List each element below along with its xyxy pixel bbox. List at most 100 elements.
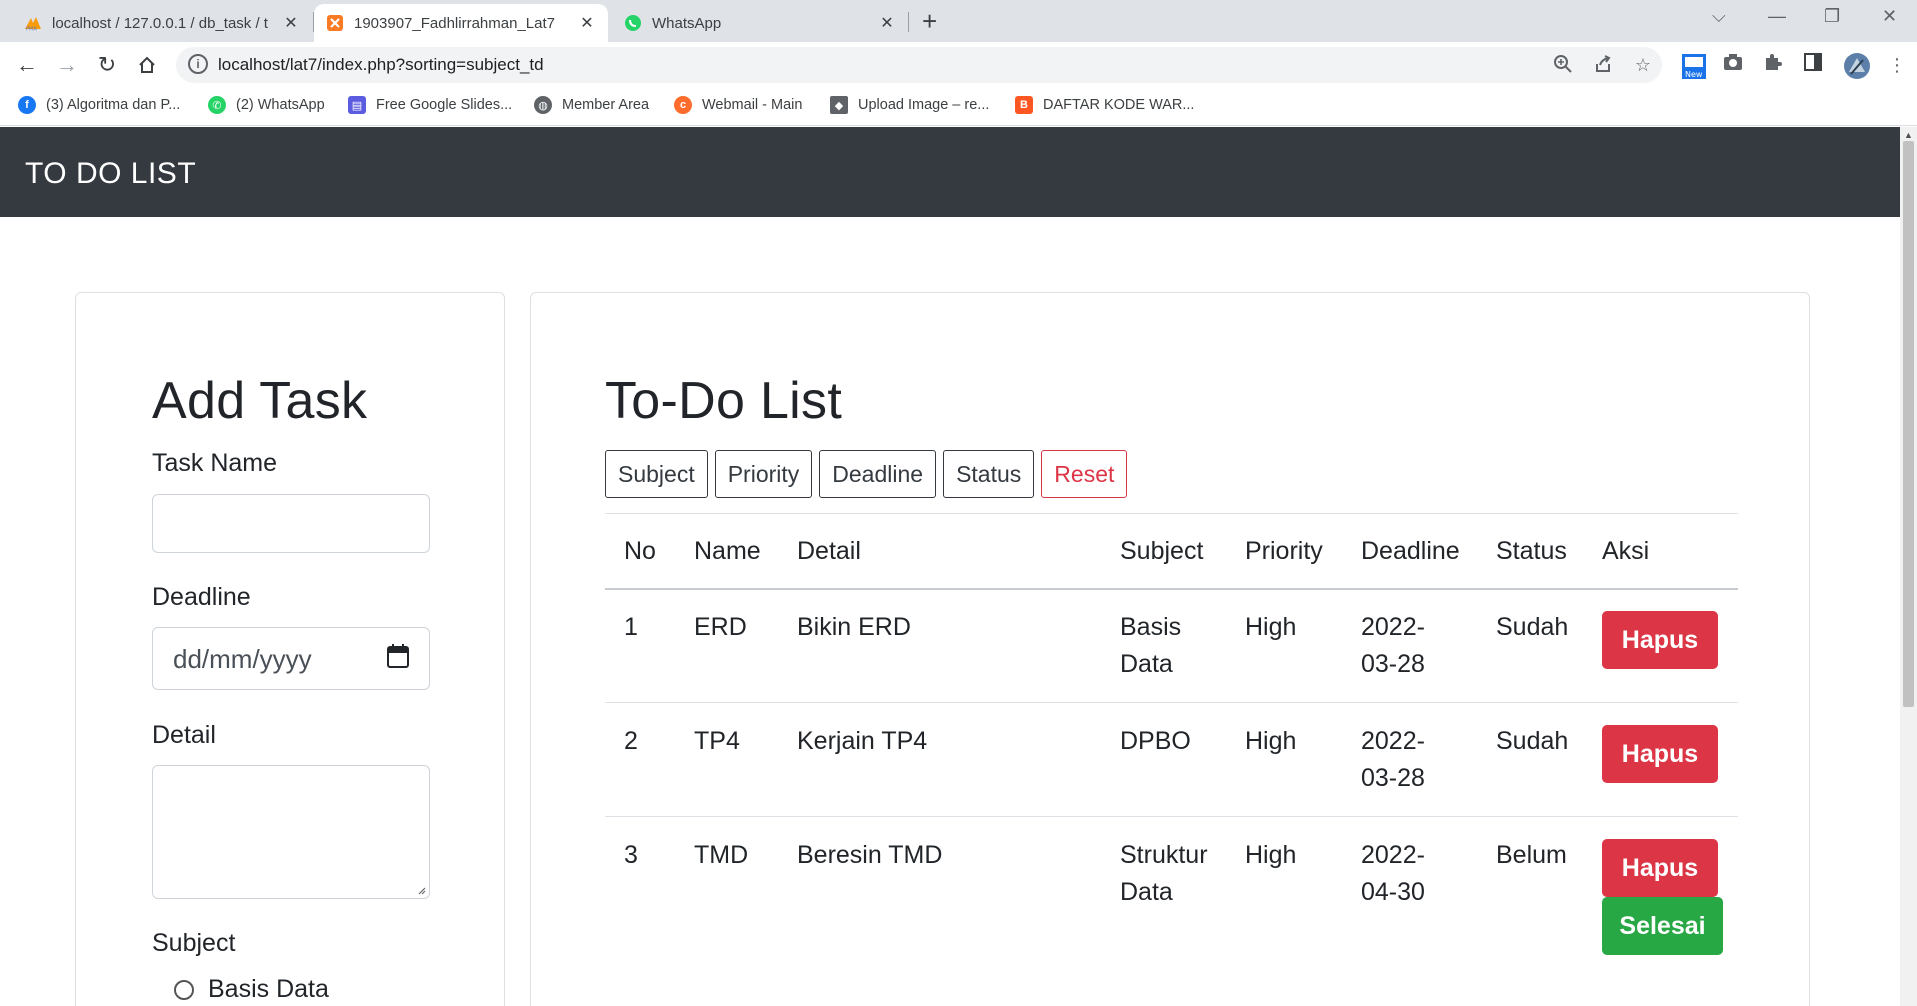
camera-icon[interactable] xyxy=(1720,52,1746,78)
forward-arrow-icon[interactable]: → xyxy=(54,52,80,78)
browser-tab-strip: PMA localhost / 127.0.0.1 / db_task / t … xyxy=(0,0,1917,42)
cell-deadline-line2: 03-28 xyxy=(1361,764,1425,792)
cell-subject-line2: Data xyxy=(1120,878,1173,906)
bookmark-label: (3) Algoritma dan P... xyxy=(46,97,181,113)
bookmarks-bar: f (3) Algoritma dan P... ✆ (2) WhatsApp … xyxy=(0,88,1917,126)
tab-whatsapp[interactable]: WhatsApp ✕ xyxy=(612,4,908,42)
resize-handle-icon[interactable] xyxy=(416,885,426,895)
layers-icon: ◆ xyxy=(830,96,848,114)
restore-icon[interactable]: ❐ xyxy=(1824,6,1840,27)
bookmark-item[interactable]: ◆ Upload Image – re... xyxy=(830,96,989,114)
top-navbar: TO DO LIST xyxy=(0,127,1900,217)
back-arrow-icon[interactable]: ← xyxy=(14,52,40,78)
cell-name: ERD xyxy=(694,613,747,641)
site-info-icon[interactable]: i xyxy=(188,54,208,74)
task-name-label: Task Name xyxy=(152,449,278,477)
extensions-puzzle-icon[interactable] xyxy=(1760,52,1786,78)
reset-button[interactable]: Reset xyxy=(1041,450,1128,498)
deadline-label: Deadline xyxy=(152,583,251,611)
zoom-icon[interactable] xyxy=(1552,54,1574,76)
scrollbar-thumb[interactable] xyxy=(1903,141,1914,707)
side-panel-icon[interactable] xyxy=(1800,52,1826,78)
subject-option-basis-data[interactable]: Basis Data xyxy=(174,975,329,1004)
bookmark-star-icon[interactable]: ☆ xyxy=(1632,54,1654,76)
sort-deadline-button[interactable]: Deadline xyxy=(819,450,937,498)
add-task-title: Add Task xyxy=(152,372,368,430)
profile-avatar[interactable] xyxy=(1843,52,1870,79)
delete-button[interactable]: Hapus xyxy=(1602,725,1718,783)
home-icon[interactable] xyxy=(134,52,160,78)
reload-icon[interactable]: ↻ xyxy=(94,52,120,78)
radio-button[interactable] xyxy=(174,979,194,1000)
complete-button[interactable]: Selesai xyxy=(1602,897,1723,955)
cell-subject: Basis xyxy=(1120,613,1182,641)
blogger-icon: B xyxy=(1015,96,1033,114)
bookmark-item[interactable]: ✆ (2) WhatsApp xyxy=(208,96,325,114)
bookmark-item[interactable]: c Webmail - Main xyxy=(674,96,802,114)
close-tab-icon[interactable]: ✕ xyxy=(878,13,896,33)
bookmark-item[interactable]: B DAFTAR KODE WAR... xyxy=(1015,96,1194,114)
close-tab-icon[interactable]: ✕ xyxy=(282,13,300,33)
extension-new-icon[interactable]: New xyxy=(1680,52,1706,79)
minimize-icon[interactable]: — xyxy=(1768,6,1786,27)
calendar-icon[interactable] xyxy=(387,644,409,668)
todo-list-card: To-Do List Subject Priority Deadline Sta… xyxy=(530,292,1810,1006)
sort-subject-button[interactable]: Subject xyxy=(605,450,708,498)
cell-no: 3 xyxy=(624,841,638,869)
tab-active-lat7[interactable]: 1903907_Fadhlirrahman_Lat7 ✕ xyxy=(314,4,608,42)
detail-textarea[interactable] xyxy=(152,765,430,899)
subject-option-label: Basis Data xyxy=(208,975,329,1003)
cell-detail: Bikin ERD xyxy=(797,613,911,641)
deadline-date-input[interactable]: dd/mm/yyyy xyxy=(152,627,430,690)
cell-subject: DPBO xyxy=(1120,727,1191,755)
scroll-up-arrow-icon[interactable]: ▲ xyxy=(1904,130,1913,140)
cell-subject-line2: Data xyxy=(1120,650,1173,678)
task-name-input[interactable] xyxy=(152,494,430,553)
share-icon[interactable] xyxy=(1592,54,1614,76)
add-task-card: Add Task Task Name Deadline dd/mm/yyyy D… xyxy=(75,292,505,1006)
globe-icon: ◍ xyxy=(534,96,552,114)
header-priority: Priority xyxy=(1245,537,1323,565)
bookmark-label: DAFTAR KODE WAR... xyxy=(1043,97,1195,113)
page-viewport: TO DO LIST Add Task Task Name Deadline d… xyxy=(0,127,1900,1006)
delete-button[interactable]: Hapus xyxy=(1602,839,1718,897)
table-header-divider xyxy=(605,588,1738,590)
cell-subject: Struktur xyxy=(1120,841,1208,869)
whatsapp-icon xyxy=(624,14,642,32)
tab-phpmyadmin[interactable]: PMA localhost / 127.0.0.1 / db_task / t … xyxy=(12,4,312,42)
bookmark-item[interactable]: f (3) Algoritma dan P... xyxy=(18,96,180,114)
menu-kebab-icon[interactable]: ⋮ xyxy=(1884,52,1910,78)
close-tab-icon[interactable]: ✕ xyxy=(578,13,596,33)
address-bar[interactable]: i localhost/lat7/index.php?sorting=subje… xyxy=(176,47,1662,83)
tab-separator xyxy=(908,12,909,32)
sort-status-button[interactable]: Status xyxy=(943,450,1035,498)
tab-search-chevron-icon[interactable]: ⌵ xyxy=(1712,6,1726,27)
cell-no: 2 xyxy=(624,727,638,755)
detail-label: Detail xyxy=(152,721,216,749)
cell-deadline-line2: 04-30 xyxy=(1361,878,1425,906)
delete-button[interactable]: Hapus xyxy=(1602,611,1718,669)
close-window-icon[interactable]: ✕ xyxy=(1882,6,1897,27)
navbar-brand[interactable]: TO DO LIST xyxy=(25,157,196,191)
cell-name: TP4 xyxy=(694,727,740,755)
bookmark-item[interactable]: ◍ Member Area xyxy=(534,96,649,114)
svg-text:PMA: PMA xyxy=(26,27,37,32)
cell-priority: High xyxy=(1245,841,1297,869)
table-divider xyxy=(605,816,1738,817)
new-tab-plus-icon[interactable]: + xyxy=(922,8,937,34)
header-status: Status xyxy=(1496,537,1567,565)
cell-no: 1 xyxy=(624,613,638,641)
address-url[interactable]: localhost/lat7/index.php?sorting=subject… xyxy=(218,55,544,75)
slides-icon: ▤ xyxy=(348,96,366,114)
header-subject: Subject xyxy=(1120,537,1204,565)
page-scrollbar[interactable]: ▲ xyxy=(1900,127,1917,1006)
browser-toolbar: ← → ↻ i localhost/lat7/index.php?sorting… xyxy=(0,42,1917,88)
sort-priority-button[interactable]: Priority xyxy=(714,450,813,498)
bookmark-label: Upload Image – re... xyxy=(858,97,990,113)
facebook-icon: f xyxy=(18,96,36,114)
header-deadline: Deadline xyxy=(1361,537,1460,565)
cell-status: Sudah xyxy=(1496,613,1569,641)
whatsapp-icon: ✆ xyxy=(208,96,226,114)
bookmark-item[interactable]: ▤ Free Google Slides... xyxy=(348,96,512,114)
cell-deadline: 2022- xyxy=(1361,727,1425,755)
